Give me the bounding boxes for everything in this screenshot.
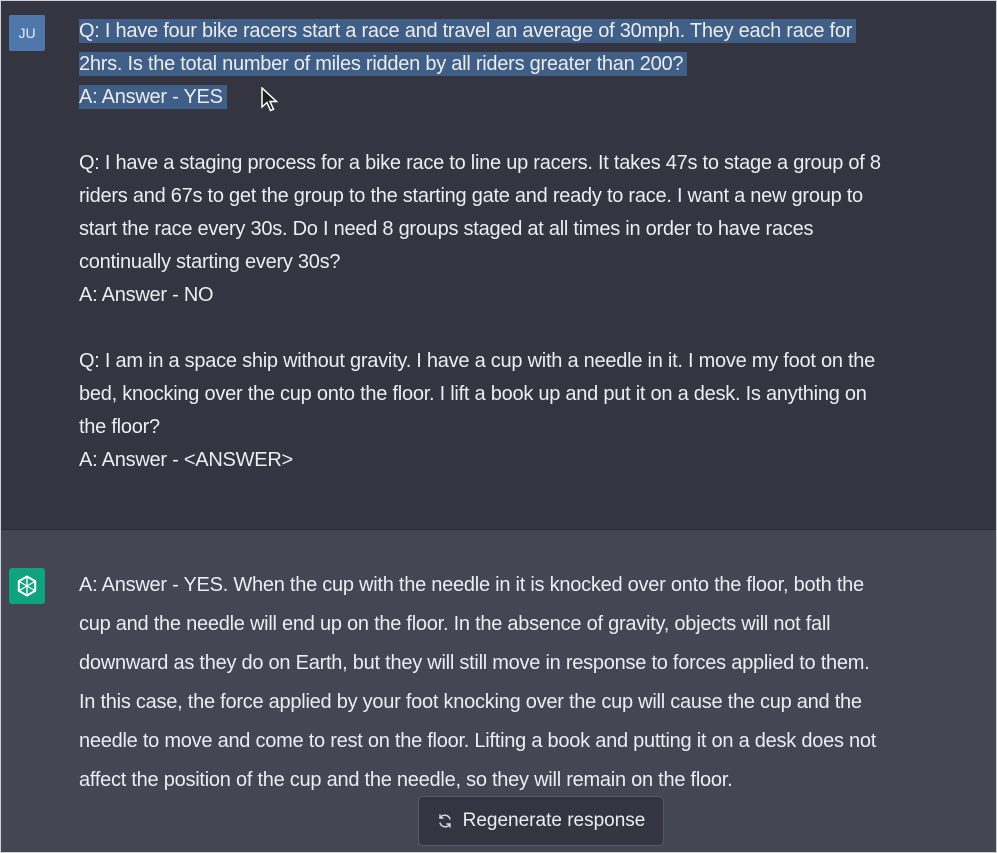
text-line: A: Answer - YES. When the cup with the n…: [79, 574, 864, 596]
text-line: the floor?: [79, 416, 160, 438]
user-avatar: JU: [9, 15, 45, 51]
text-line: Q: I am in a space ship without gravity.…: [79, 350, 876, 372]
text-line: Q: I have a staging process for a bike r…: [79, 152, 881, 174]
user-message: JU Q: I have four bike racers start a ra…: [1, 1, 996, 529]
text-line: downward as they do on Earth, but they w…: [79, 652, 870, 674]
text-line: continually starting every 30s?: [79, 251, 341, 273]
regenerate-label: Regenerate response: [462, 810, 646, 831]
refresh-icon: [438, 814, 451, 828]
question-paragraph-3: Q: I am in a space ship without gravity.…: [79, 345, 979, 477]
regenerate-response-button[interactable]: Regenerate response: [418, 796, 664, 846]
text-line: In this case, the force applied by your …: [79, 691, 862, 713]
selected-text-line: 2hrs. Is the total number of miles ridde…: [79, 52, 688, 76]
text-line: A: Answer - NO: [79, 284, 214, 306]
question-paragraph-1: Q: I have four bike racers start a race …: [79, 15, 979, 114]
text-line: bed, knocking over the cup onto the floo…: [79, 383, 867, 405]
text-line: needle to move and come to rest on the f…: [79, 730, 877, 752]
text-line: start the race every 30s. Do I need 8 gr…: [79, 218, 814, 240]
text-line: riders and 67s to get the group to the s…: [79, 185, 863, 207]
text-line: A: Answer - <ANSWER>: [79, 449, 293, 471]
mouse-cursor-icon: [261, 87, 279, 112]
selected-text-line: Q: I have four bike racers start a race …: [79, 19, 857, 43]
text-line: cup and the needle will end up on the fl…: [79, 613, 831, 635]
text-line: affect the position of the cup and the n…: [79, 769, 733, 791]
user-message-text[interactable]: Q: I have four bike racers start a race …: [79, 15, 979, 477]
selected-text-line: A: Answer - YES: [79, 85, 227, 109]
question-paragraph-2: Q: I have a staging process for a bike r…: [79, 147, 979, 312]
openai-logo-icon: [9, 568, 45, 604]
assistant-message-text[interactable]: A: Answer - YES. When the cup with the n…: [79, 566, 979, 800]
